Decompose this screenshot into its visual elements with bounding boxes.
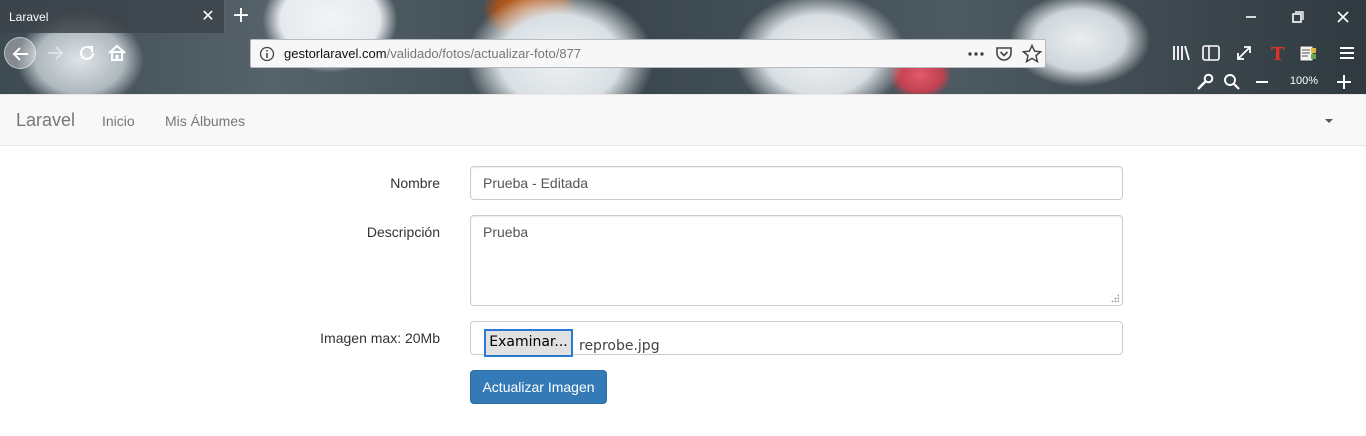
page-actions-icon[interactable] [965, 43, 987, 65]
new-tab-icon[interactable]: + [230, 3, 252, 29]
window-minimize-icon[interactable] [1236, 6, 1266, 28]
navbar-brand[interactable]: Laravel [16, 110, 75, 131]
tab-title: Laravel [9, 10, 49, 24]
user-dropdown-caret-icon[interactable] [1325, 119, 1333, 123]
nav-link-inicio[interactable]: Inicio [102, 113, 135, 129]
reload-icon[interactable] [76, 42, 98, 64]
zoom-in-icon[interactable] [1333, 71, 1355, 93]
library-icon[interactable] [1170, 42, 1192, 64]
menu-icon[interactable] [1336, 42, 1358, 64]
bookmark-star-icon[interactable] [1021, 43, 1043, 65]
fullscreen-icon[interactable] [1233, 42, 1255, 64]
descripcion-textarea[interactable]: Prueba [470, 215, 1123, 306]
nombre-label: Nombre [390, 175, 440, 191]
window-restore-icon[interactable] [1282, 6, 1312, 28]
extension-t-icon[interactable]: T [1266, 42, 1288, 65]
descripcion-label: Descripción [366, 224, 440, 240]
back-button[interactable] [4, 37, 36, 69]
selected-file-name: reprobe.jpg [579, 338, 660, 354]
zoom-search-icon[interactable] [1221, 71, 1243, 93]
actualizar-imagen-button[interactable]: Actualizar Imagen [470, 370, 607, 404]
site-navbar: Laravel Inicio Mis Álbumes [0, 94, 1366, 146]
window-close-icon[interactable] [1328, 6, 1358, 28]
examinar-button[interactable]: Examinar... [484, 329, 573, 357]
pocket-icon[interactable] [994, 44, 1014, 64]
zoom-level[interactable]: 100% [1288, 75, 1320, 87]
resize-grip-icon[interactable] [1111, 294, 1119, 302]
browser-tab[interactable]: Laravel ✕ [0, 0, 225, 33]
imagen-label: Imagen max: 20Mb [320, 330, 440, 346]
url-host: gestorlaravel.com [284, 46, 387, 61]
browser-chrome: Laravel ✕ + gestorlaravel.com/validado/f… [0, 0, 1366, 94]
imagen-file-input[interactable]: Examinar... reprobe.jpg [470, 321, 1123, 357]
url-text[interactable]: gestorlaravel.com/validado/fotos/actuali… [284, 46, 581, 61]
nombre-input[interactable]: Prueba - Editada [470, 166, 1123, 200]
tab-close-icon[interactable]: ✕ [199, 6, 217, 26]
svg-text:T: T [1271, 44, 1285, 64]
sidebar-icon[interactable] [1200, 42, 1222, 64]
extension-notes-icon[interactable] [1297, 42, 1319, 64]
url-bar[interactable]: gestorlaravel.com/validado/fotos/actuali… [250, 39, 1046, 68]
url-path: /validado/fotos/actualizar-foto/877 [386, 46, 582, 61]
forward-button[interactable] [44, 42, 66, 64]
nav-link-mis-albumes[interactable]: Mis Álbumes [165, 113, 245, 129]
site-info-icon[interactable] [259, 46, 275, 62]
home-icon[interactable] [106, 42, 128, 64]
zoom-out-icon[interactable] [1251, 71, 1273, 93]
descripcion-value: Prueba [483, 224, 529, 240]
wrench-icon[interactable] [1194, 71, 1216, 93]
